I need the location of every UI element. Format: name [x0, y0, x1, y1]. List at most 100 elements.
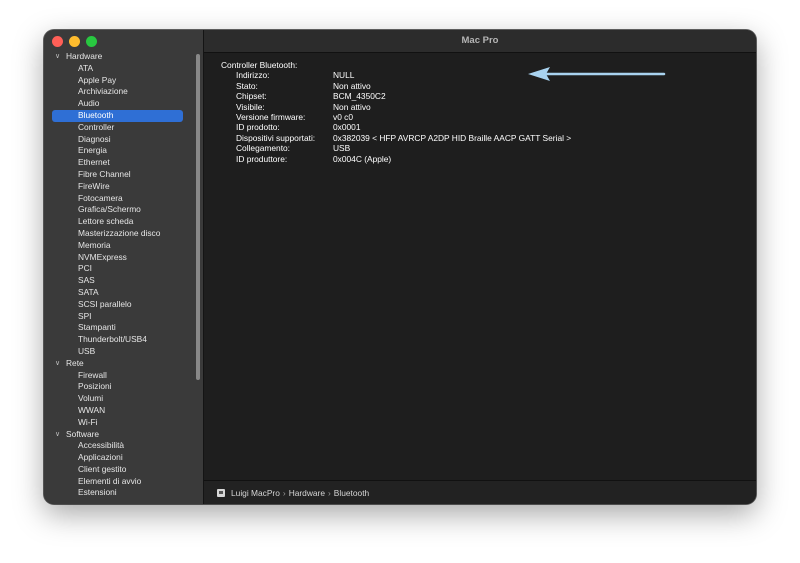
sidebar-scrollbar[interactable] — [196, 54, 200, 380]
sidebar-item-wi-fi[interactable]: Wi-Fi — [44, 417, 203, 429]
sidebar-item-audio[interactable]: Audio — [44, 98, 203, 110]
chevron-down-icon[interactable]: ∨ — [55, 51, 60, 63]
sidebar-item-sata[interactable]: SATA — [44, 287, 203, 299]
property-key: Visibile: — [236, 101, 265, 112]
sidebar-item-elementi-di-avvio[interactable]: Elementi di avvio — [44, 476, 203, 488]
sidebar-item-label: Elementi di avvio — [78, 475, 142, 486]
property-list: Indirizzo: NULL Stato: Non attivo Chipset: BC… — [221, 70, 571, 164]
breadcrumb-item[interactable]: Bluetooth — [334, 488, 369, 498]
sidebar-group-label: Software — [66, 428, 100, 439]
sidebar-item-diagnosi[interactable]: Diagnosi — [44, 134, 203, 146]
sidebar-item-sas[interactable]: SAS — [44, 275, 203, 287]
sidebar-item-posizioni[interactable]: Posizioni — [44, 381, 203, 393]
sidebar-item-accessibilit-[interactable]: Accessibilità — [44, 440, 203, 452]
sidebar-item-apple-pay[interactable]: Apple Pay — [44, 75, 203, 87]
sidebar-item-fotocamera[interactable]: Fotocamera — [44, 193, 203, 205]
sidebar-item-ata[interactable]: ATA — [44, 63, 203, 75]
sidebar-item-label: Client gestito — [78, 463, 127, 474]
sidebar-item-label: Grafica/Schermo — [78, 204, 141, 215]
sidebar-item-controller[interactable]: Controller — [44, 122, 203, 134]
property-value: 0x0001 — [333, 122, 361, 133]
property-value: Non attivo — [333, 101, 371, 112]
sidebar-item-ethernet[interactable]: Ethernet — [44, 157, 203, 169]
sidebar-item-pci[interactable]: PCI — [44, 263, 203, 275]
sidebar-group-hardware[interactable]: ∨ Hardware — [44, 51, 203, 63]
sidebar-item-label: Fotocamera — [78, 192, 123, 203]
property-value: v0 c0 — [333, 111, 354, 122]
sidebar-item-label: Thunderbolt/USB4 — [78, 334, 147, 345]
property-key: Chipset: — [236, 91, 267, 102]
sidebar-item-estensioni[interactable]: Estensioni — [44, 487, 203, 499]
sidebar-item-applicazioni[interactable]: Applicazioni — [44, 452, 203, 464]
sidebar-item-label: SAS — [78, 275, 95, 286]
sidebar-item-label: Masterizzazione disco — [78, 227, 161, 238]
sidebar-item-bluetooth[interactable]: Bluetooth — [44, 109, 203, 122]
breadcrumb-separator: › — [282, 488, 286, 498]
sidebar-item-archiviazione[interactable]: Archiviazione — [44, 86, 203, 98]
property-key: Dispositivi supportati: — [236, 132, 316, 143]
sidebar-item-lettore-scheda[interactable]: Lettore scheda — [44, 216, 203, 228]
sidebar-item-label: Firewall — [78, 369, 107, 380]
sidebar-item-client-gestito[interactable]: Client gestito — [44, 464, 203, 476]
sidebar-item-label: Energia — [78, 145, 107, 156]
sidebar-item-memoria[interactable]: Memoria — [44, 240, 203, 252]
chevron-down-icon[interactable]: ∨ — [55, 429, 60, 441]
property-key: Stato: — [236, 80, 258, 91]
sidebar-item-label: Accessibilità — [78, 440, 125, 451]
property-key: ID produttore: — [236, 153, 288, 164]
minimize-button[interactable] — [69, 36, 80, 47]
sidebar-item-firewall[interactable]: Firewall — [44, 370, 203, 382]
sidebar-item-masterizzazione-disco[interactable]: Masterizzazione disco — [44, 228, 203, 240]
property-row: Collegamento: USB — [221, 143, 571, 153]
sidebar-item-label: Stampanti — [78, 322, 116, 333]
path-bar: Luigi MacPro › Hardware › Bluetooth — [204, 480, 756, 504]
sidebar-item-label: PCI — [78, 263, 92, 274]
property-value: 0x382039 < HFP AVRCP A2DP HID Braille AA… — [333, 132, 572, 143]
zoom-button[interactable] — [86, 36, 97, 47]
sidebar-item-label: NVMExpress — [78, 251, 127, 262]
sidebar-item-label: Controller — [78, 121, 115, 132]
sidebar-item-wwan[interactable]: WWAN — [44, 405, 203, 417]
sidebar-item-label: Lettore scheda — [78, 216, 134, 227]
sidebar-item-usb[interactable]: USB — [44, 346, 203, 358]
sidebar-item-label: Fibre Channel — [78, 168, 131, 179]
close-button[interactable] — [52, 36, 63, 47]
sidebar-group-software[interactable]: ∨ Software — [44, 429, 203, 441]
property-row: Indirizzo: NULL — [221, 70, 571, 80]
breadcrumb: Luigi MacPro › Hardware › Bluetooth — [231, 481, 369, 504]
sidebar-item-volumi[interactable]: Volumi — [44, 393, 203, 405]
sidebar-group-label: Rete — [66, 357, 84, 368]
sidebar-item-label: SPI — [78, 310, 92, 321]
sidebar-item-label: FireWire — [78, 180, 110, 191]
sidebar-item-label: Applicazioni — [78, 452, 123, 463]
sidebar-item-nvmexpress[interactable]: NVMExpress — [44, 252, 203, 264]
sidebar-group-label: Hardware — [66, 51, 103, 61]
sidebar-item-label: Archiviazione — [78, 86, 128, 97]
sidebar-item-grafica-schermo[interactable]: Grafica/Schermo — [44, 204, 203, 216]
sidebar-item-label: Wi-Fi — [78, 416, 98, 427]
property-value: Non attivo — [333, 80, 371, 91]
sidebar-item-spi[interactable]: SPI — [44, 311, 203, 323]
sidebar-group-rete[interactable]: ∨ Rete — [44, 358, 203, 370]
window-controls — [52, 36, 97, 47]
sidebar-item-thunderbolt-usb4[interactable]: Thunderbolt/USB4 — [44, 334, 203, 346]
sidebar-item-stampanti[interactable]: Stampanti — [44, 322, 203, 334]
property-value: USB — [333, 143, 351, 154]
property-row: ID prodotto: 0x0001 — [221, 122, 571, 132]
section-title: Controller Bluetooth: — [221, 60, 298, 70]
property-value: NULL — [333, 70, 355, 81]
property-row: Dispositivi supportati: 0x382039 < HFP AV… — [221, 133, 571, 143]
sidebar-item-fibre-channel[interactable]: Fibre Channel — [44, 169, 203, 181]
property-key: Versione firmware: — [236, 111, 306, 122]
sidebar-item-scsi-parallelo[interactable]: SCSI parallelo — [44, 299, 203, 311]
chevron-down-icon[interactable]: ∨ — [55, 358, 60, 370]
breadcrumb-item[interactable]: Hardware — [289, 488, 325, 498]
sidebar-item-firewire[interactable]: FireWire — [44, 181, 203, 193]
sidebar-item-label: Volumi — [78, 393, 104, 404]
window-title: Mac Pro — [204, 30, 756, 53]
sidebar-item-label: Bluetooth — [78, 109, 114, 120]
property-row: ID produttore: 0x004C (Apple) — [221, 154, 571, 164]
sidebar-item-label: Apple Pay — [78, 74, 117, 85]
breadcrumb-item[interactable]: Luigi MacPro — [231, 488, 280, 498]
sidebar-item-energia[interactable]: Energia — [44, 145, 203, 157]
